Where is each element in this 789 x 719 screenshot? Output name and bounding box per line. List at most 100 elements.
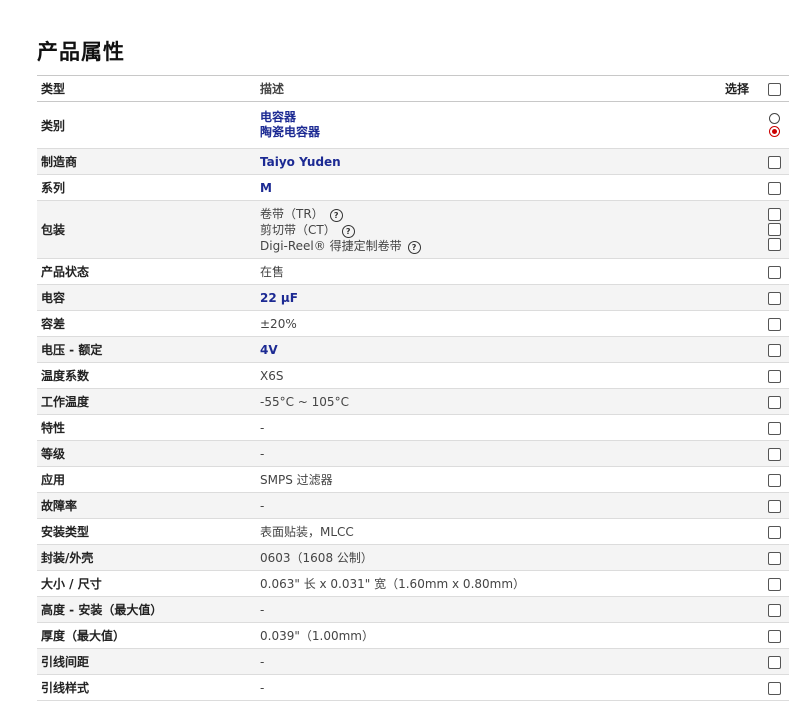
row-value: 卷带（TR）? 剪切带（CT）? Digi-Reel® 得捷定制卷带? [256, 200, 759, 259]
table-row-category: 类别 电容器 陶瓷电容器 [37, 101, 789, 149]
row-select-cell [759, 258, 789, 285]
header-description: 描述 [256, 75, 685, 102]
select-checkbox[interactable] [767, 577, 781, 591]
select-checkbox[interactable] [767, 421, 781, 435]
row-select-cell [759, 362, 789, 389]
row-label: 引线样式 [37, 674, 256, 701]
table-row-height: 高度 - 安装（最大值） - [37, 596, 789, 623]
select-checkbox[interactable] [767, 343, 781, 357]
row-value: 表面贴装，MLCC [256, 518, 759, 545]
row-label: 产品状态 [37, 258, 256, 285]
table-row-series: 系列 M [37, 174, 789, 201]
table-row-applications: 应用 SMPS 过滤器 [37, 466, 789, 493]
select-all-checkbox[interactable] [767, 82, 781, 96]
table-row-mounting: 安装类型 表面贴装，MLCC [37, 518, 789, 545]
row-label: 制造商 [37, 148, 256, 175]
row-label: 引线间距 [37, 648, 256, 675]
row-select-cell [759, 174, 789, 201]
row-select-cell [759, 440, 789, 467]
packaging-option-ct: 剪切带（CT）? [260, 222, 755, 238]
voltage-link[interactable]: 4V [256, 336, 759, 363]
header-type: 类型 [37, 75, 256, 102]
table-row-manufacturer: 制造商 Taiyo Yuden [37, 148, 789, 175]
table-row-size: 大小 / 尺寸 0.063" 长 x 0.031" 宽（1.60mm x 0.8… [37, 570, 789, 597]
select-checkbox[interactable] [767, 473, 781, 487]
row-label: 系列 [37, 174, 256, 201]
packaging-option-digireel: Digi-Reel® 得捷定制卷带? [260, 238, 755, 254]
row-label: 等级 [37, 440, 256, 467]
packaging-digireel-label: Digi-Reel® 得捷定制卷带 [260, 238, 402, 253]
select-checkbox[interactable] [767, 265, 781, 279]
row-select-cell [759, 544, 789, 571]
series-link[interactable]: M [256, 174, 759, 201]
select-checkbox[interactable] [767, 551, 781, 565]
row-label: 封装/外壳 [37, 544, 256, 571]
packaging-checkbox-digireel[interactable] [767, 238, 781, 251]
select-checkbox[interactable] [767, 655, 781, 669]
table-row-features: 特性 - [37, 414, 789, 441]
row-value: 电容器 陶瓷电容器 [256, 101, 759, 149]
manufacturer-link[interactable]: Taiyo Yuden [256, 148, 759, 175]
row-select-cell [759, 596, 789, 623]
packaging-checkbox-tr[interactable] [767, 208, 781, 221]
row-label: 厚度（最大值） [37, 622, 256, 649]
table-row-optemp: 工作温度 -55°C ~ 105°C [37, 388, 789, 415]
row-select-cell [759, 570, 789, 597]
row-label: 大小 / 尺寸 [37, 570, 256, 597]
row-value: - [256, 648, 759, 675]
select-checkbox[interactable] [767, 181, 781, 195]
row-label: 电容 [37, 284, 256, 311]
packaging-checkbox-ct[interactable] [767, 223, 781, 236]
row-label: 故障率 [37, 492, 256, 519]
row-select-cell [759, 310, 789, 337]
select-checkbox[interactable] [767, 291, 781, 305]
select-checkbox[interactable] [767, 369, 781, 383]
row-value: 在售 [256, 258, 759, 285]
category-radio-ceramic-capacitors[interactable] [768, 126, 780, 137]
row-value: - [256, 596, 759, 623]
select-checkbox[interactable] [767, 499, 781, 513]
packaging-tr-label: 卷带（TR） [260, 206, 324, 221]
row-value: SMPS 过滤器 [256, 466, 759, 493]
row-select-cell [759, 648, 789, 675]
page-title: 产品属性 [37, 40, 125, 64]
table-row-lead-spacing: 引线间距 - [37, 648, 789, 675]
select-checkbox[interactable] [767, 525, 781, 539]
row-value: X6S [256, 362, 759, 389]
row-label: 安装类型 [37, 518, 256, 545]
row-select-cell [759, 492, 789, 519]
category-radio-capacitors[interactable] [768, 113, 780, 124]
question-circle-icon[interactable]: ? [407, 240, 421, 254]
row-select-cell [759, 101, 789, 149]
select-checkbox[interactable] [767, 155, 781, 169]
attributes-table: 类型 描述 选择 类别 电容器 陶瓷电容器 制造商 Taiyo Yuden 系列… [37, 75, 789, 701]
select-checkbox[interactable] [767, 681, 781, 695]
category-link-ceramic-capacitors[interactable]: 陶瓷电容器 [260, 125, 755, 140]
row-select-cell [759, 622, 789, 649]
category-link-capacitors[interactable]: 电容器 [260, 110, 755, 125]
row-select-cell [759, 414, 789, 441]
row-select-cell [759, 518, 789, 545]
row-select-cell [759, 284, 789, 311]
row-value: - [256, 674, 759, 701]
question-circle-icon[interactable]: ? [341, 224, 355, 238]
row-select-cell [759, 200, 789, 259]
product-attributes-page: 产品属性 类型 描述 选择 类别 电容器 陶瓷电容器 制造商 Taiyo Yud… [0, 0, 789, 719]
table-header-row: 类型 描述 选择 [37, 75, 789, 102]
question-circle-icon[interactable]: ? [329, 208, 343, 222]
select-all-checkbox-cell [759, 75, 789, 102]
table-row-package: 封装/外壳 0603（1608 公制） [37, 544, 789, 571]
select-checkbox[interactable] [767, 447, 781, 461]
select-checkbox[interactable] [767, 629, 781, 643]
row-value: - [256, 440, 759, 467]
row-label: 类别 [37, 101, 256, 149]
row-label: 应用 [37, 466, 256, 493]
row-value: ±20% [256, 310, 759, 337]
select-checkbox[interactable] [767, 317, 781, 331]
select-checkbox[interactable] [767, 603, 781, 617]
capacitance-link[interactable]: 22 µF [256, 284, 759, 311]
select-checkbox[interactable] [767, 395, 781, 409]
row-value: - [256, 414, 759, 441]
table-row-status: 产品状态 在售 [37, 258, 789, 285]
table-row-lead-style: 引线样式 - [37, 674, 789, 701]
